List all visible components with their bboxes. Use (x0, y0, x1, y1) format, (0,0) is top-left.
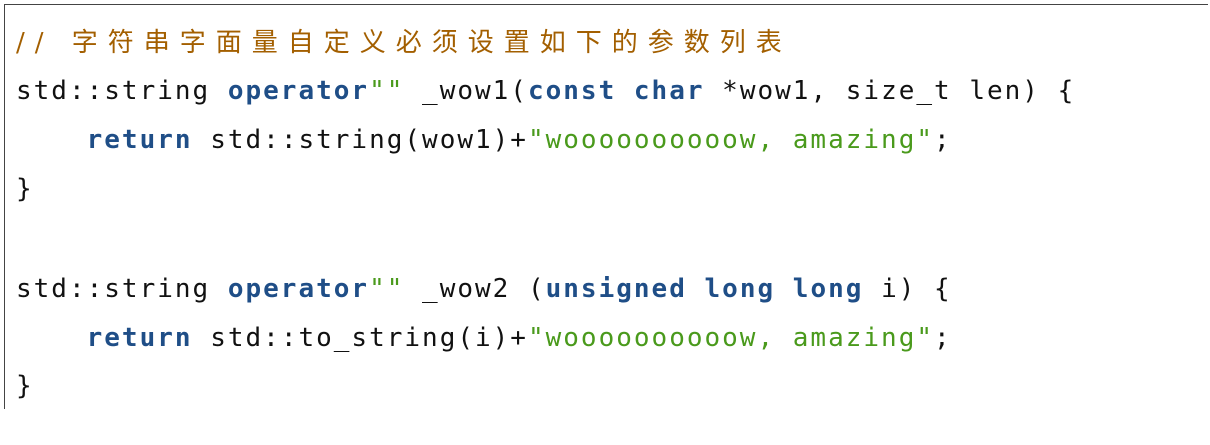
code-token-keyword: operator (227, 76, 370, 106)
code-token-text: ; (934, 125, 952, 155)
code-line-8: } (16, 366, 34, 406)
code-token-keyword: char (633, 76, 705, 106)
code-token-text: i) { (863, 274, 952, 304)
code-token-text: std::string(wow1)+ (192, 125, 528, 155)
code-line-3: return std::string(wow1)+"woooooooooow, … (16, 120, 952, 160)
code-token-keyword: return (86, 323, 193, 353)
code-token-text: std::string (16, 76, 228, 106)
code-token-keyword: long (792, 274, 864, 304)
code-token-comment: // 字符串字面量自定义必须设置如下的参数列表 (16, 28, 792, 58)
code-token-keyword: unsigned (545, 274, 687, 304)
code-token-text: std::string (16, 274, 228, 304)
code-block: // 字符串字面量自定义必须设置如下的参数列表 std::string oper… (4, 4, 1208, 409)
code-line-7: return std::to_string(i)+"woooooooooow, … (16, 318, 952, 358)
code-token-text: } (16, 174, 34, 204)
code-token-string: "woooooooooow, amazing" (527, 125, 934, 155)
code-token-text: *wow1, size_t len) { (704, 76, 1076, 106)
code-token-text: std::to_string(i)+ (192, 323, 528, 353)
code-line-1: // 字符串字面量自定义必须设置如下的参数列表 (16, 23, 792, 63)
code-line-6: std::string operator"" _wow2 (unsigned l… (16, 269, 952, 309)
code-token-text: _wow1( (404, 76, 528, 106)
code-token-text: _wow2 ( (404, 274, 546, 304)
code-token-keyword: operator (227, 274, 370, 304)
code-token-keyword: long (704, 274, 776, 304)
code-token-string: "woooooooooow, amazing" (527, 323, 934, 353)
code-token-keyword: return (86, 125, 193, 155)
code-token-string: "" (369, 274, 405, 304)
code-token-text: ; (934, 323, 952, 353)
code-token-text: } (16, 371, 34, 401)
code-line-4: } (16, 169, 34, 209)
code-token-string: "" (369, 76, 405, 106)
code-token-keyword: const (527, 76, 617, 106)
code-line-2: std::string operator"" _wow1(const char … (16, 71, 1075, 111)
